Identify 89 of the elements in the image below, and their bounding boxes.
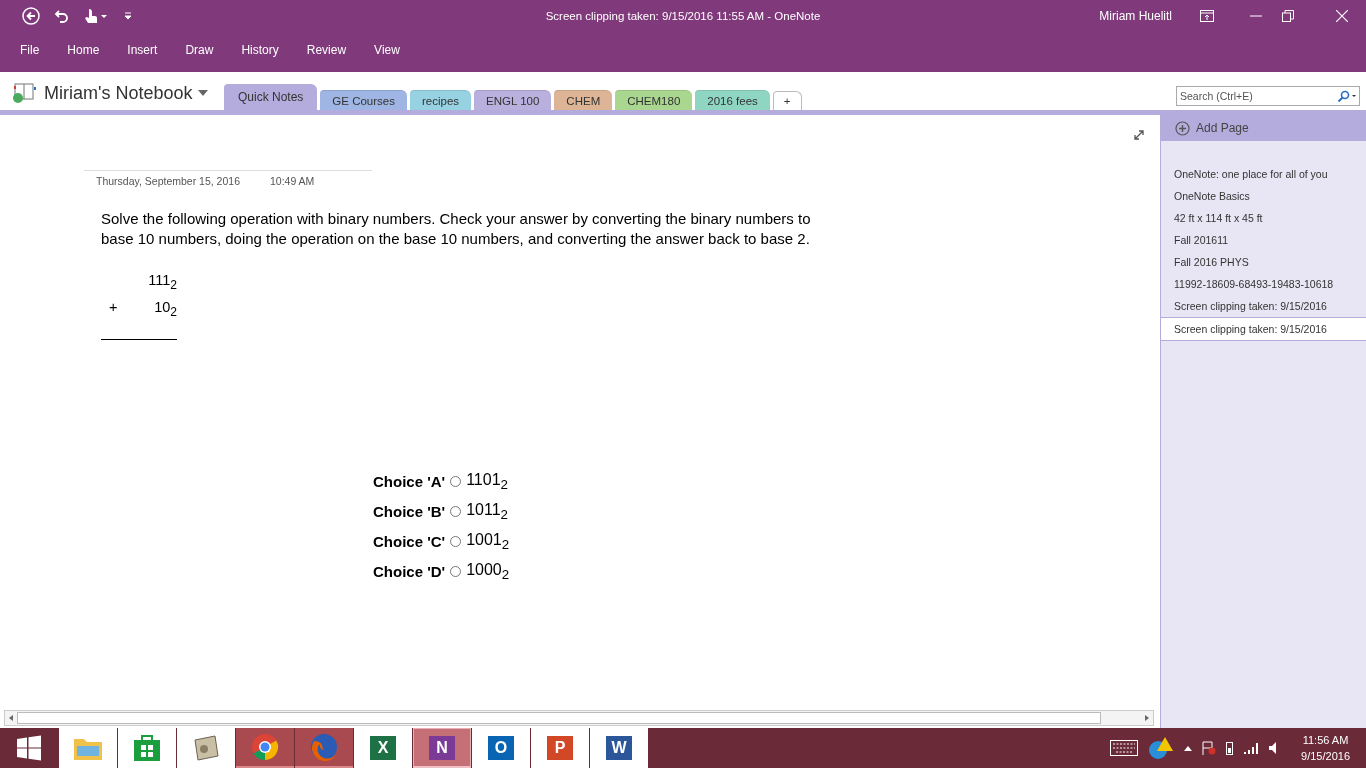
- app-letter-icon: X: [370, 736, 396, 760]
- battery-icon[interactable]: [1226, 741, 1234, 755]
- taskbar-app[interactable]: [236, 728, 294, 768]
- menu-tab[interactable]: File: [12, 43, 54, 57]
- page-tab[interactable]: Screen clipping taken: 9/15/2016: [1160, 317, 1366, 341]
- keyboard-icon[interactable]: [1110, 740, 1139, 756]
- page-tab[interactable]: OneNote: one place for all of you: [1161, 163, 1366, 185]
- browser-icon: [251, 733, 279, 761]
- window-title: Screen clipping taken: 9/15/2016 11:55 AM - OneNote: [545, 10, 821, 22]
- touch-mode-icon[interactable]: [84, 8, 110, 24]
- taskbar-app[interactable]: P: [531, 728, 589, 768]
- app-letter-icon: O: [488, 736, 514, 760]
- menu-tab[interactable]: History: [233, 43, 293, 57]
- radio-button[interactable]: [450, 565, 462, 577]
- choice-value: 1000$_{2}$: [466, 560, 510, 582]
- page-tab[interactable]: Screen clipping taken: 9/15/2016: [1161, 295, 1366, 317]
- restore-icon[interactable]: [1282, 10, 1294, 22]
- expand-icon[interactable]: [1134, 130, 1144, 140]
- scanner-icon: [192, 734, 220, 762]
- section-tab[interactable]: 2016 fees: [695, 90, 770, 110]
- ribbon-display-icon[interactable]: [1200, 10, 1214, 22]
- search-icon[interactable]: [1337, 90, 1357, 102]
- taskbar-app[interactable]: N: [413, 728, 471, 768]
- radio-button[interactable]: [450, 535, 462, 547]
- app-letter-icon: P: [547, 736, 573, 760]
- show-hidden-icon[interactable]: [1184, 745, 1193, 751]
- back-icon[interactable]: [22, 7, 40, 25]
- taskbar-app[interactable]: [177, 728, 235, 768]
- globe-fox-icon: [310, 733, 338, 761]
- signal-icon[interactable]: [1243, 742, 1260, 754]
- plus-sign: +: [109, 297, 118, 317]
- page-time: 10:49 AM: [270, 175, 315, 187]
- taskbar-app[interactable]: X: [354, 728, 412, 768]
- choice-label: Choice 'B': [373, 502, 446, 520]
- clock-date[interactable]: 9/15/2016: [1301, 748, 1350, 764]
- menu-tab[interactable]: View: [366, 43, 414, 57]
- flag-icon[interactable]: [1202, 741, 1217, 755]
- add-page-label: Add Page: [1196, 121, 1249, 135]
- choice-label: Choice 'A': [373, 472, 446, 490]
- undo-icon[interactable]: [54, 9, 70, 23]
- plus-circle-icon: [1175, 120, 1190, 136]
- page-tab[interactable]: 11992-18609-68493-19483-10618: [1161, 273, 1366, 295]
- choice-label: Choice 'D': [373, 562, 446, 580]
- clock-time[interactable]: 11:56 AM: [1302, 732, 1349, 748]
- speaker-icon[interactable]: [1269, 742, 1278, 754]
- menu-tab[interactable]: Draw: [177, 43, 228, 57]
- horizontal-scrollbar[interactable]: [4, 710, 1154, 726]
- choice-value: 1001$_{2}$: [466, 530, 510, 552]
- page-tab[interactable]: Fall 201611: [1161, 229, 1366, 251]
- operand: 10$_{2}$: [154, 297, 177, 321]
- taskbar-app[interactable]: W: [590, 728, 648, 768]
- shopping-bag-icon: [133, 734, 161, 762]
- taskbar-app[interactable]: [118, 728, 176, 768]
- page-date: Thursday, September 15, 2016: [96, 175, 240, 187]
- choice-value: 1101$_{2}$: [466, 470, 508, 492]
- app-letter-icon: W: [606, 736, 632, 760]
- scrollbar-thumb[interactable]: [17, 712, 1101, 724]
- radio-button[interactable]: [450, 475, 462, 487]
- section-tab[interactable]: Quick Notes: [224, 84, 318, 110]
- radio-button[interactable]: [450, 505, 462, 517]
- search-field[interactable]: Search (Ctrl+E): [1176, 86, 1360, 106]
- choice-value: 1011$_{2}$: [466, 500, 508, 522]
- menu-tab[interactable]: Insert: [119, 43, 172, 57]
- question-text: Solve the following operation with binary numbers. Check your answer by converting the binary numbers to base 10 numbers, doing the operation on the base 10 numbers, and converting the answer back to base 2.: [101, 209, 812, 249]
- taskbar-app[interactable]: O: [472, 728, 530, 768]
- page-tab[interactable]: Fall 2016 PHYS: [1161, 251, 1366, 273]
- page-tab[interactable]: OneNote Basics: [1161, 185, 1366, 207]
- add-section-tab[interactable]: +: [772, 91, 802, 110]
- close-icon[interactable]: [1336, 10, 1348, 22]
- notebook-name[interactable]: Miriam's Notebook: [44, 82, 193, 104]
- choice-label: Choice 'C': [373, 532, 446, 550]
- section-tab[interactable]: CHEM: [554, 90, 613, 110]
- menu-tab[interactable]: Review: [298, 43, 361, 57]
- app-letter-icon: N: [429, 735, 455, 760]
- windows-logo-icon: [16, 735, 42, 761]
- user-name[interactable]: Miriam Huelitl: [1099, 9, 1172, 23]
- dropdown-caret-icon[interactable]: [198, 90, 209, 96]
- customize-caret-icon[interactable]: [124, 12, 132, 20]
- menu-tab[interactable]: Home: [59, 43, 114, 57]
- page-tab[interactable]: 42 ft x 114 ft x 45 ft: [1161, 207, 1366, 229]
- section-tab[interactable]: ENGL 100: [474, 90, 552, 110]
- operand: 111$_{2}$: [148, 271, 177, 294]
- section-tab[interactable]: recipes: [410, 90, 472, 110]
- warning-badge-icon[interactable]: [1148, 736, 1175, 760]
- taskbar-app[interactable]: [295, 728, 353, 768]
- section-tab[interactable]: CHEM180: [615, 90, 693, 110]
- add-page-button[interactable]: Add Page: [1161, 115, 1366, 141]
- notebook-icon[interactable]: [12, 82, 38, 104]
- section-tab[interactable]: GE Courses: [320, 90, 407, 110]
